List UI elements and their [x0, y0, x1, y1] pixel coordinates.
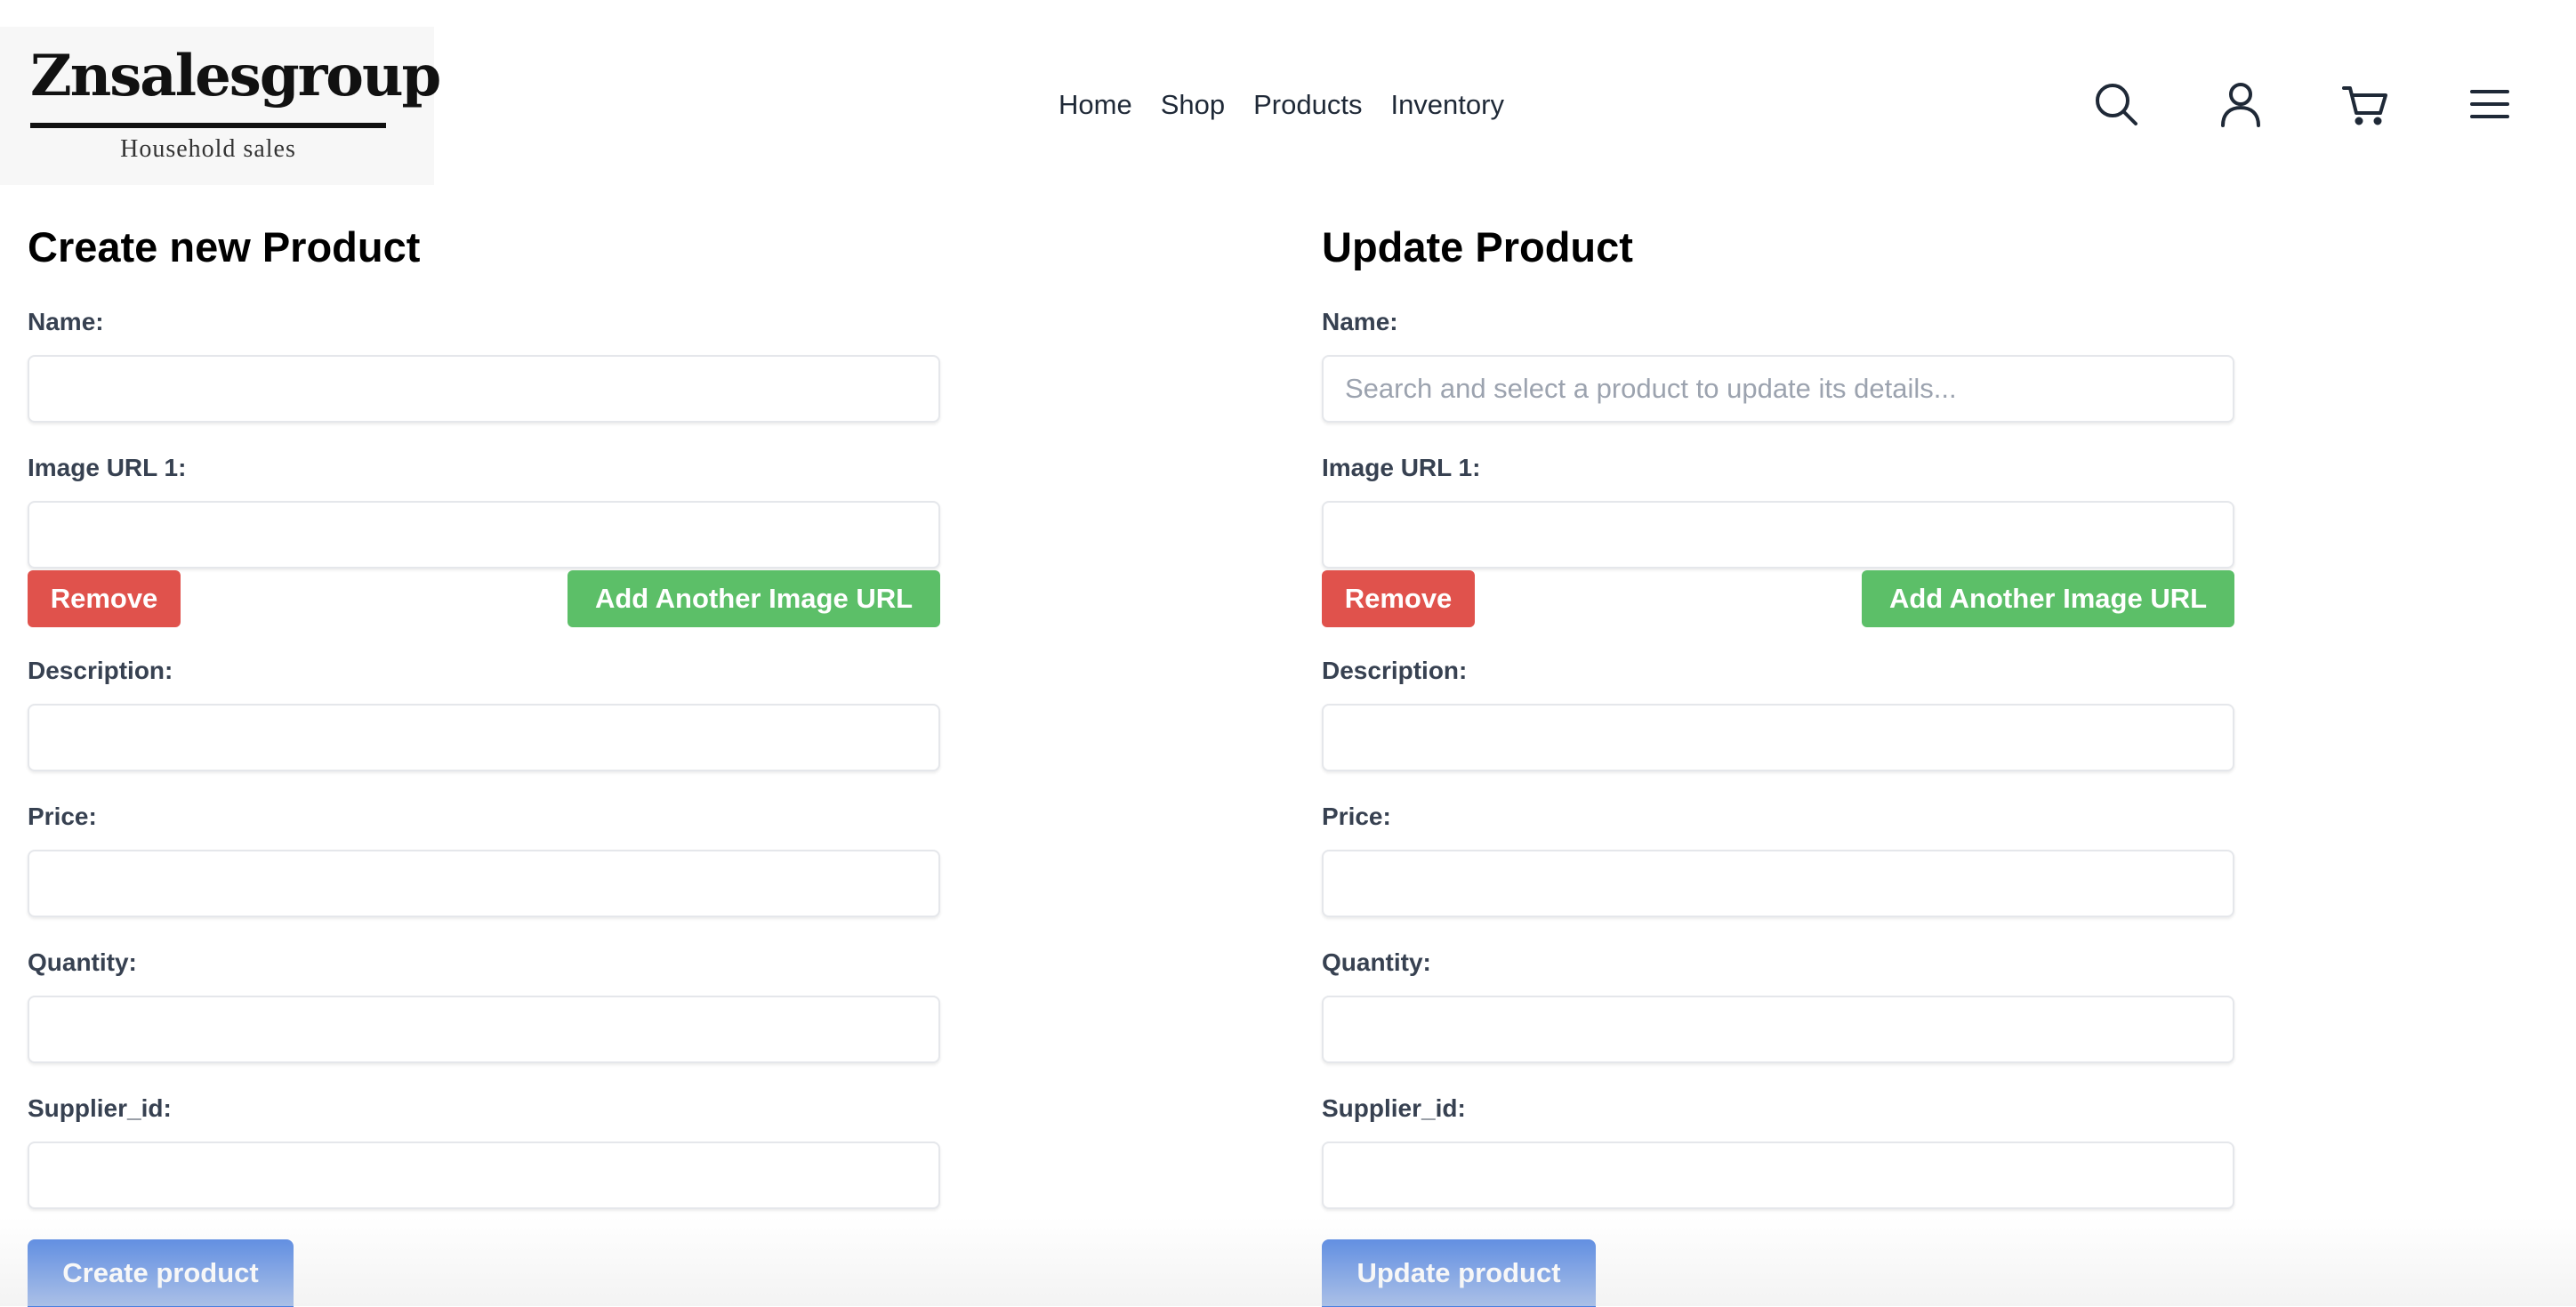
update-supplier-label: Supplier_id:	[1322, 1094, 1466, 1122]
update-add-image-button[interactable]: Add Another Image URL	[1862, 570, 2234, 627]
update-image-url-label: Image URL 1:	[1322, 454, 1481, 481]
create-description-label: Description:	[28, 657, 173, 684]
nav-products[interactable]: Products	[1253, 89, 1362, 121]
update-form-title: Update Product	[1322, 223, 1633, 270]
brand-logo[interactable]: Znsalesgroup Household sales	[0, 27, 441, 185]
search-icon[interactable]	[2090, 78, 2142, 130]
create-price-input[interactable]	[28, 850, 940, 917]
user-icon[interactable]	[2215, 78, 2266, 130]
update-quantity-input[interactable]	[1322, 996, 2234, 1063]
update-name-search-input[interactable]	[1322, 355, 2234, 423]
update-product-button[interactable]: Update product	[1322, 1239, 1596, 1307]
create-price-label: Price:	[28, 803, 97, 830]
update-supplier-input[interactable]	[1322, 1142, 2234, 1209]
create-quantity-label: Quantity:	[28, 948, 137, 976]
update-description-label: Description:	[1322, 657, 1468, 684]
create-add-image-button[interactable]: Add Another Image URL	[568, 570, 940, 627]
update-quantity-label: Quantity:	[1322, 948, 1431, 976]
cart-icon[interactable]	[2339, 78, 2391, 130]
update-description-input[interactable]	[1322, 704, 2234, 771]
main-nav: Home Shop Products Inventory	[1059, 89, 1504, 121]
create-remove-image-button[interactable]: Remove	[28, 570, 181, 627]
update-price-label: Price:	[1322, 803, 1391, 830]
create-product-button[interactable]: Create product	[28, 1239, 294, 1307]
create-supplier-input[interactable]	[28, 1142, 940, 1209]
create-image-url-label: Image URL 1:	[28, 454, 187, 481]
nav-shop[interactable]: Shop	[1161, 89, 1225, 121]
create-image-url-input[interactable]	[28, 501, 940, 569]
brand-underline	[30, 123, 386, 128]
update-image-url-input[interactable]	[1322, 501, 2234, 569]
create-form-title: Create new Product	[28, 223, 421, 270]
brand-name: Znsalesgroup	[30, 43, 441, 109]
create-supplier-label: Supplier_id:	[28, 1094, 172, 1122]
create-description-input[interactable]	[28, 704, 940, 771]
brand-tagline: Household sales	[120, 135, 296, 163]
create-name-label: Name:	[28, 308, 104, 335]
update-price-input[interactable]	[1322, 850, 2234, 917]
nav-home[interactable]: Home	[1059, 89, 1132, 121]
update-name-label: Name:	[1322, 308, 1398, 335]
create-quantity-input[interactable]	[28, 996, 940, 1063]
viewport-bottom-fade	[0, 1217, 2576, 1306]
create-name-input[interactable]	[28, 355, 940, 423]
update-remove-image-button[interactable]: Remove	[1322, 570, 1475, 627]
nav-inventory[interactable]: Inventory	[1390, 89, 1504, 121]
menu-icon[interactable]	[2464, 78, 2516, 130]
site-header: Znsalesgroup Household sales Home Shop P…	[0, 0, 2576, 187]
